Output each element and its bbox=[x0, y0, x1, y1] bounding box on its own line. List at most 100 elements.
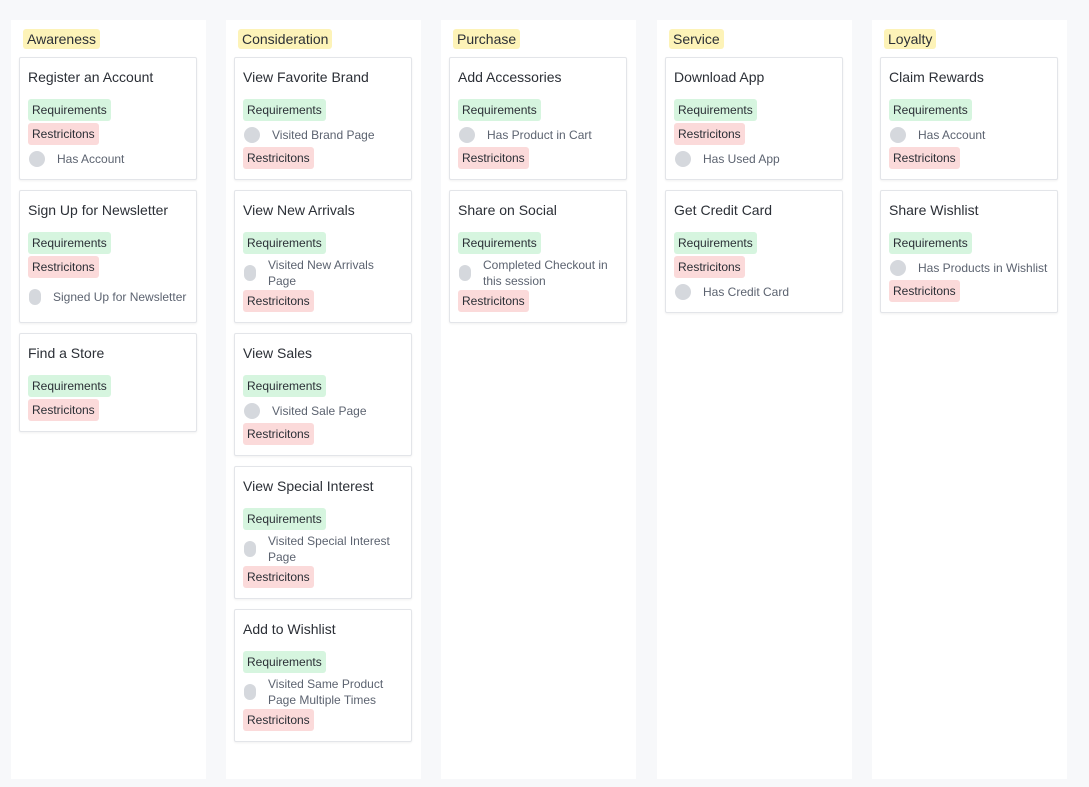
condition-item: Has Used App bbox=[674, 147, 834, 171]
requirements-row: Requirements bbox=[243, 375, 403, 399]
condition-toggle-icon[interactable] bbox=[29, 151, 45, 167]
restrictions-tag[interactable]: Restricitons bbox=[28, 256, 99, 278]
condition-item: Has Credit Card bbox=[674, 280, 834, 304]
requirements-row: Requirements bbox=[889, 99, 1049, 123]
condition-label: Visited Sale Page bbox=[272, 404, 367, 418]
restrictions-tag[interactable]: Restricitons bbox=[243, 566, 314, 588]
condition-toggle-icon[interactable] bbox=[29, 289, 41, 305]
requirements-tag[interactable]: Requirements bbox=[889, 99, 972, 121]
restrictions-tag[interactable]: Restricitons bbox=[674, 256, 745, 278]
restrictions-tag[interactable]: Restricitons bbox=[458, 147, 529, 169]
requirements-tag[interactable]: Requirements bbox=[243, 651, 326, 673]
condition-toggle-icon[interactable] bbox=[675, 151, 691, 167]
card-title: Add to Wishlist bbox=[243, 621, 336, 637]
card-title: View Favorite Brand bbox=[243, 69, 369, 85]
restrictions-row: Restricitons bbox=[28, 399, 188, 423]
restrictions-row: Restricitons bbox=[889, 280, 1049, 304]
condition-item: Signed Up for Newsletter bbox=[28, 280, 188, 314]
condition-toggle-icon[interactable] bbox=[459, 127, 475, 143]
journey-card[interactable]: Sign Up for Newsletter Requirements Restri… bbox=[19, 190, 197, 323]
condition-toggle-icon[interactable] bbox=[244, 684, 256, 700]
card-list: Add Accessories Requirements Has Product i… bbox=[449, 57, 627, 333]
requirements-tag[interactable]: Requirements bbox=[889, 232, 972, 254]
requirements-tag[interactable]: Requirements bbox=[243, 375, 326, 397]
requirements-tag[interactable]: Requirements bbox=[28, 99, 111, 121]
restrictions-tag[interactable]: Restricitons bbox=[28, 399, 99, 421]
condition-label: Has Account bbox=[57, 152, 125, 166]
restrictions-tag[interactable]: Restricitons bbox=[889, 147, 960, 169]
journey-card[interactable]: View Special Interest Requirements Visited… bbox=[234, 466, 412, 599]
card-title: Download App bbox=[674, 69, 765, 85]
restrictions-row: Restricitons bbox=[889, 147, 1049, 171]
restrictions-row: Restricitons bbox=[28, 256, 188, 280]
restrictions-tag[interactable]: Restricitons bbox=[243, 290, 314, 312]
condition-label: Visited Same Product Page Multiple Times bbox=[268, 677, 384, 707]
restrictions-tag[interactable]: Restricitons bbox=[889, 280, 960, 302]
restrictions-tag[interactable]: Restricitons bbox=[243, 147, 314, 169]
requirements-tag[interactable]: Requirements bbox=[243, 232, 326, 254]
journey-card[interactable]: Find a Store Requirements Restricitons bbox=[19, 333, 197, 432]
journey-card[interactable]: Get Credit Card Requirements Restricitons H… bbox=[665, 190, 843, 313]
condition-item: Completed Checkout in this session bbox=[458, 256, 618, 290]
condition-toggle-icon[interactable] bbox=[244, 265, 256, 281]
requirements-tag[interactable]: Requirements bbox=[458, 232, 541, 254]
condition-toggle-icon[interactable] bbox=[675, 284, 691, 300]
condition-label: Has Credit Card bbox=[703, 285, 790, 299]
condition-toggle-icon[interactable] bbox=[244, 403, 260, 419]
condition-label: Signed Up for Newsletter bbox=[53, 290, 187, 304]
journey-card[interactable]: Download App Requirements Restricitons Has … bbox=[665, 57, 843, 180]
restrictions-tag[interactable]: Restricitons bbox=[458, 290, 529, 312]
requirements-row: Requirements bbox=[889, 232, 1049, 256]
card-list: Register an Account Requirements Restricit… bbox=[19, 57, 197, 442]
restrictions-row: Restricitons bbox=[243, 566, 403, 590]
requirements-tag[interactable]: Requirements bbox=[674, 232, 757, 254]
restrictions-row: Restricitons bbox=[458, 147, 618, 171]
card-title: View New Arrivals bbox=[243, 202, 355, 218]
restrictions-tag[interactable]: Restricitons bbox=[243, 709, 314, 731]
restrictions-row: Restricitons bbox=[458, 290, 618, 314]
card-title: Sign Up for Newsletter bbox=[28, 202, 169, 218]
requirements-tag[interactable]: Requirements bbox=[28, 375, 111, 397]
card-title: Share on Social bbox=[458, 202, 557, 218]
requirements-tag[interactable]: Requirements bbox=[458, 99, 541, 121]
journey-card[interactable]: Add Accessories Requirements Has Product i… bbox=[449, 57, 627, 180]
journey-card[interactable]: Share on Social Requirements Completed Che… bbox=[449, 190, 627, 323]
column-header: Purchase bbox=[453, 29, 521, 49]
condition-item: Visited Special Interest Page bbox=[243, 532, 403, 566]
condition-toggle-icon[interactable] bbox=[244, 127, 260, 143]
journey-card[interactable]: View New Arrivals Requirements Visited New… bbox=[234, 190, 412, 323]
condition-toggle-icon[interactable] bbox=[890, 127, 906, 143]
journey-card[interactable]: Claim Rewards Requirements Has Account Rest… bbox=[880, 57, 1058, 180]
requirements-row: Requirements bbox=[458, 99, 618, 123]
column-service: Service Download App Requirements Restricit… bbox=[657, 20, 852, 779]
condition-label: Visited Special Interest Page bbox=[268, 534, 390, 564]
restrictions-tag[interactable]: Restricitons bbox=[28, 123, 99, 145]
column-header: Awareness bbox=[23, 29, 101, 49]
card-title: Get Credit Card bbox=[674, 202, 773, 218]
card-title: View Sales bbox=[243, 345, 313, 361]
condition-item: Visited Sale Page bbox=[243, 399, 403, 423]
requirements-tag[interactable]: Requirements bbox=[243, 99, 326, 121]
column-consideration: Consideration View Favorite Brand Requirem… bbox=[226, 20, 421, 779]
column-loyalty: Loyalty Claim Rewards Requirements Has Acco… bbox=[872, 20, 1067, 779]
journey-card[interactable]: View Favorite Brand Requirements Visited B… bbox=[234, 57, 412, 180]
requirements-tag[interactable]: Requirements bbox=[243, 508, 326, 530]
card-list: View Favorite Brand Requirements Visited B… bbox=[234, 57, 412, 752]
requirements-tag[interactable]: Requirements bbox=[28, 232, 111, 254]
condition-toggle-icon[interactable] bbox=[244, 541, 256, 557]
journey-card[interactable]: Register an Account Requirements Restricit… bbox=[19, 57, 197, 180]
journey-card[interactable]: Add to Wishlist Requirements Visited Same … bbox=[234, 609, 412, 742]
column-header: Service bbox=[669, 29, 724, 49]
condition-toggle-icon[interactable] bbox=[459, 265, 471, 281]
condition-toggle-icon[interactable] bbox=[890, 260, 906, 276]
requirements-tag[interactable]: Requirements bbox=[674, 99, 757, 121]
restrictions-row: Restricitons bbox=[243, 147, 403, 171]
restrictions-tag[interactable]: Restricitons bbox=[243, 423, 314, 445]
condition-label: Has Product in Cart bbox=[487, 128, 592, 142]
journey-card[interactable]: Share Wishlist Requirements Has Products i… bbox=[880, 190, 1058, 313]
card-title: Claim Rewards bbox=[889, 69, 984, 85]
restrictions-row: Restricitons bbox=[243, 423, 403, 447]
restrictions-row: Restricitons bbox=[243, 709, 403, 733]
journey-card[interactable]: View Sales Requirements Visited Sale Page R… bbox=[234, 333, 412, 456]
restrictions-tag[interactable]: Restricitons bbox=[674, 123, 745, 145]
